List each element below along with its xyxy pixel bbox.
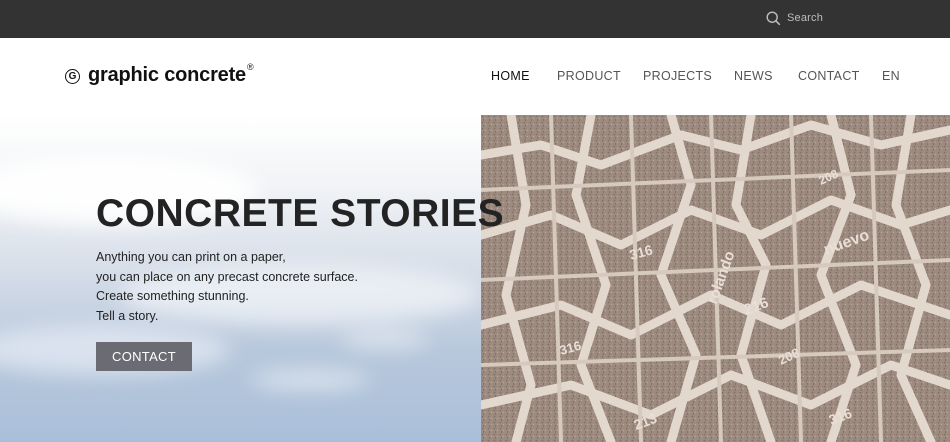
search-icon[interactable] bbox=[766, 10, 781, 26]
hero-title: CONCRETE STORIES bbox=[96, 192, 505, 235]
nav-item-language[interactable]: EN bbox=[882, 69, 900, 83]
hero-line: Anything you can print on a paper, bbox=[96, 250, 286, 264]
hero-contact-button[interactable]: CONTACT bbox=[96, 342, 192, 371]
hero-section: 316 216 208 213 316 316 208 nuevo roland… bbox=[0, 115, 950, 442]
hero-line: Tell a story. bbox=[96, 308, 159, 323]
top-bar: Search bbox=[0, 0, 950, 38]
nav-item-product[interactable]: PRODUCT bbox=[557, 69, 621, 83]
hero-text-block: CONCRETE STORIES Anything you can print … bbox=[96, 192, 504, 326]
nav-item-projects[interactable]: PROJECTS bbox=[643, 69, 712, 83]
main-nav: HOME PRODUCT PROJECTS NEWS CONTACT EN bbox=[0, 69, 950, 85]
hero-description: Anything you can print on a paper, you c… bbox=[96, 248, 504, 326]
nav-item-contact[interactable]: CONTACT bbox=[798, 69, 860, 83]
site-header: G graphic concrete ® HOME PRODUCT PROJEC… bbox=[0, 38, 950, 115]
nav-item-news[interactable]: NEWS bbox=[734, 69, 773, 83]
hero-line: Create something stunning. bbox=[96, 289, 249, 303]
nav-item-home[interactable]: HOME bbox=[491, 69, 530, 83]
search-label[interactable]: Search bbox=[787, 12, 823, 24]
hero-line: you can place on any precast concrete su… bbox=[96, 269, 358, 284]
search-box[interactable]: Search bbox=[766, 8, 823, 28]
concrete-map-image: 316 216 208 213 316 316 208 nuevo roland… bbox=[476, 115, 950, 442]
